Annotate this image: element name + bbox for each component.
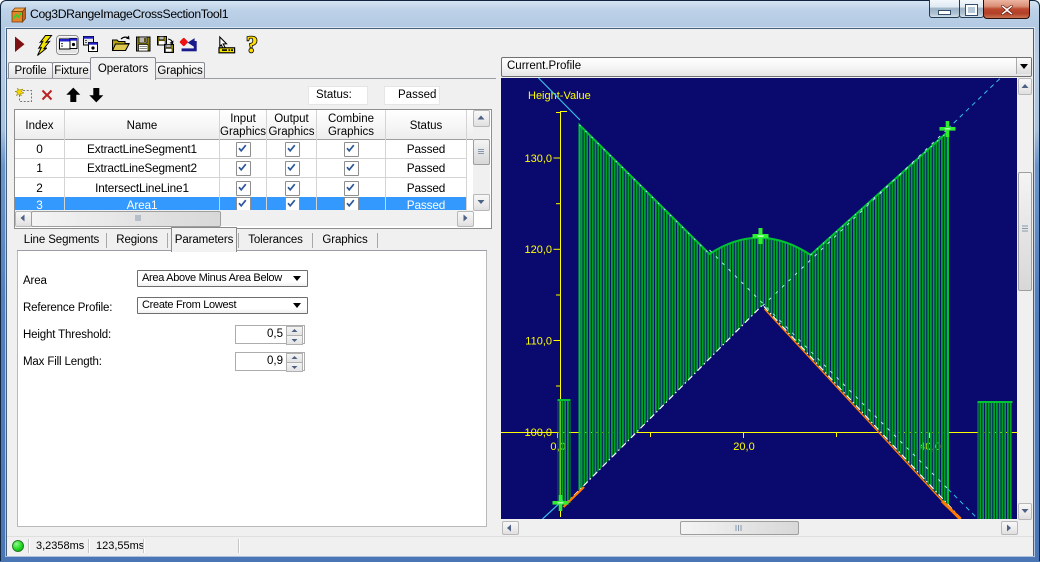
svg-text:130,0: 130,0 bbox=[524, 153, 552, 165]
svg-text:110,0: 110,0 bbox=[525, 336, 552, 348]
svg-text:?: ? bbox=[246, 33, 258, 57]
svg-text:20,0: 20,0 bbox=[733, 441, 754, 453]
svg-text:120,0: 120,0 bbox=[524, 244, 552, 256]
svg-text:Height-Value: Height-Value bbox=[528, 90, 591, 102]
svg-text:100,0: 100,0 bbox=[524, 427, 552, 439]
